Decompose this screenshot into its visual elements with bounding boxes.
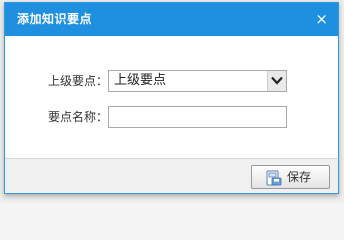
save-button[interactable]: 保存 — [251, 165, 330, 189]
save-button-label: 保存 — [287, 170, 312, 184]
point-name-input[interactable] — [108, 106, 287, 128]
add-knowledge-point-dialog: 添加知识要点 × 上级要点： 上级要点 要点名称： 保存 — [4, 2, 339, 194]
close-icon[interactable]: × — [315, 3, 328, 36]
save-icon — [266, 170, 282, 186]
parent-point-select[interactable]: 上级要点 — [108, 70, 287, 92]
point-name-row: 要点名称： — [5, 106, 338, 128]
parent-point-label: 上级要点： — [47, 74, 108, 88]
dialog-titlebar: 添加知识要点 × — [5, 3, 338, 36]
dialog-footer: 保存 — [5, 158, 338, 193]
dialog-title: 添加知识要点 — [17, 12, 93, 26]
dialog-body: 上级要点： 上级要点 要点名称： — [5, 36, 338, 158]
chevron-down-icon — [271, 76, 283, 85]
dropdown-button[interactable] — [267, 71, 286, 91]
point-name-label: 要点名称： — [47, 110, 108, 124]
parent-point-row: 上级要点： 上级要点 — [5, 70, 338, 92]
parent-point-selected-value: 上级要点 — [114, 73, 167, 88]
